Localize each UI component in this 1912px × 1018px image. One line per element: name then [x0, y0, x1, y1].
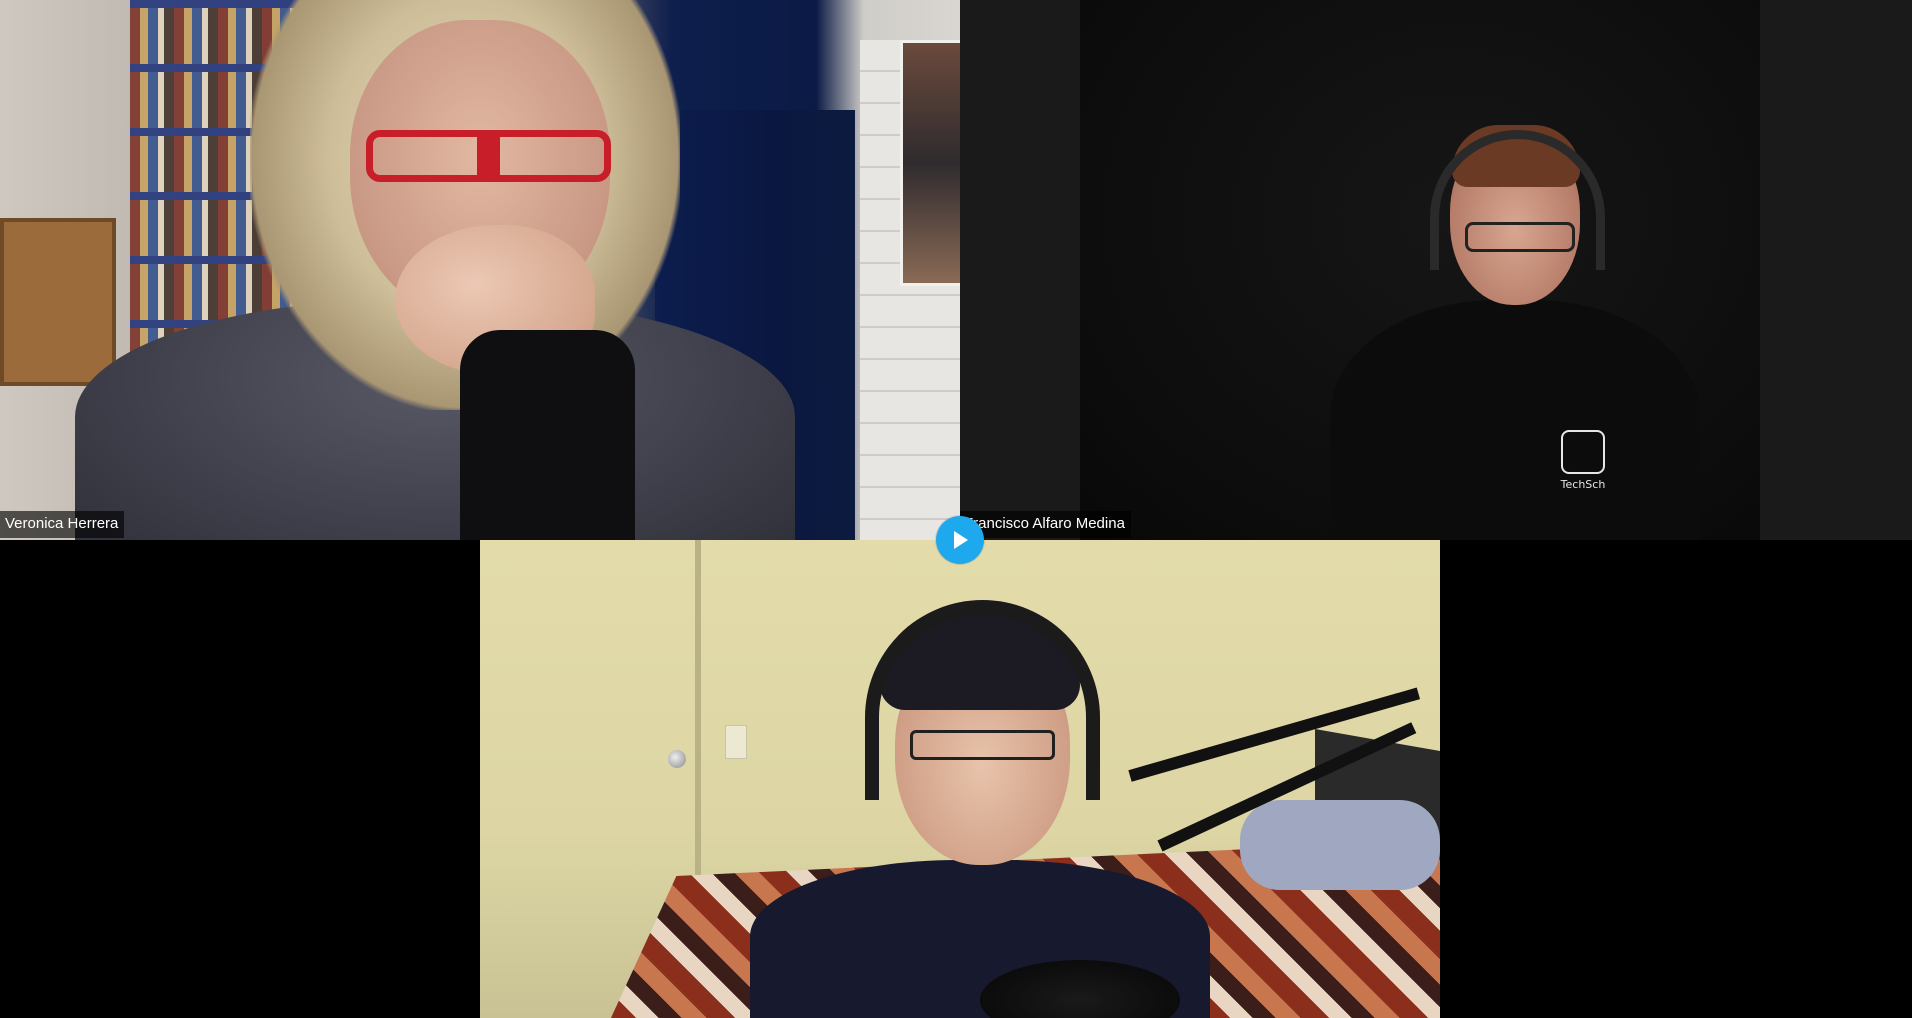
participant-name-label: Francisco Alfaro Medina — [960, 511, 1131, 538]
pillow — [1240, 800, 1440, 890]
video-call-stage: Veronica Herrera TechSch Francisco Alfar… — [0, 0, 1912, 1018]
shirt-logo-text: TechSch — [1560, 478, 1606, 491]
participant-glasses — [366, 130, 611, 182]
light-switch — [725, 725, 747, 759]
participant-tile-bottom[interactable] — [480, 540, 1440, 1018]
participant-video: TechSch — [1080, 0, 1760, 540]
participant-name-label: Veronica Herrera — [0, 511, 125, 538]
play-button[interactable] — [936, 516, 984, 564]
participant-glasses — [1465, 222, 1575, 252]
shirt-logo: TechSch — [1555, 430, 1611, 498]
participant-tile-veronica[interactable]: Veronica Herrera — [0, 0, 960, 540]
door-knob — [668, 750, 686, 768]
wall-poster — [900, 40, 960, 286]
participant-sleeve — [460, 330, 635, 540]
play-icon — [954, 531, 968, 549]
robot-logo-icon — [1561, 430, 1605, 474]
headphones — [865, 600, 1100, 800]
participant-tile-francisco[interactable]: TechSch Francisco Alfaro Medina — [960, 0, 1912, 540]
corkboard — [0, 218, 116, 386]
participant-glasses — [910, 730, 1055, 760]
participant-body — [1330, 300, 1700, 540]
